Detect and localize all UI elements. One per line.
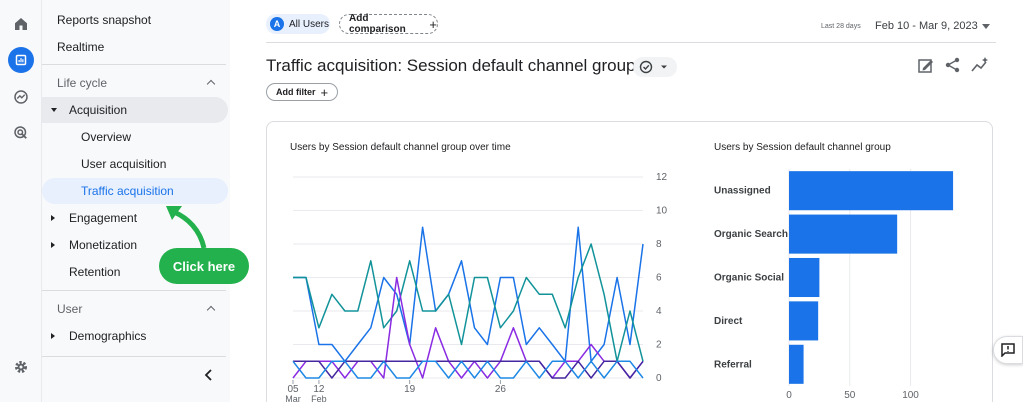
y-tick-label: 8 — [656, 239, 662, 250]
y-tick-label: 2 — [656, 340, 662, 351]
nav-user-acquisition[interactable]: User acquisition — [42, 151, 228, 177]
nav-divider — [42, 64, 226, 65]
x-tick-label: 19 — [404, 384, 416, 395]
avatar: A — [270, 17, 284, 31]
nav-divider — [42, 356, 226, 357]
x-tick-label: 26 — [495, 384, 507, 395]
x-tick-month-label: Feb — [311, 394, 327, 402]
category-label: Unassigned — [714, 186, 771, 197]
insights-icon[interactable] — [971, 56, 989, 74]
nav-user-acquisition-label: User acquisition — [81, 157, 167, 171]
line-series-5[interactable] — [292, 360, 644, 379]
date-range-picker[interactable]: Feb 10 - Mar 9, 2023 — [875, 20, 978, 32]
left-rail — [0, 0, 42, 402]
category-label: Organic Social — [714, 273, 784, 284]
customize-report-icon[interactable] — [917, 56, 935, 74]
home-icon[interactable] — [8, 11, 34, 37]
nav-acquisition[interactable]: Acquisition — [42, 97, 228, 123]
nav-realtime-label: Realtime — [57, 40, 105, 54]
page-title: Traffic acquisition: Session default cha… — [266, 56, 636, 75]
y-tick-label: 6 — [656, 273, 662, 284]
nav-retention-label: Retention — [69, 265, 121, 279]
all-users-chip[interactable]: A All Users — [266, 14, 330, 34]
collapse-nav-icon[interactable] — [202, 368, 216, 382]
nav-demographics[interactable]: Demographics — [42, 323, 228, 349]
nav-acquisition-label: Acquisition — [69, 103, 128, 117]
add-comparison-label: Add comparison — [349, 13, 406, 35]
chart-card: Users by Session default channel group o… — [266, 121, 993, 402]
nav-realtime[interactable]: Realtime — [42, 34, 228, 60]
plus-icon: + — [320, 84, 329, 100]
category-label: Direct — [714, 316, 743, 327]
bar[interactable] — [789, 301, 819, 341]
chevron-up-icon — [206, 79, 216, 89]
bar[interactable] — [789, 171, 954, 211]
nav-reports-snapshot-label: Reports snapshot — [57, 13, 152, 27]
all-users-label: All Users — [289, 18, 330, 30]
nav-reports-snapshot[interactable]: Reports snapshot — [42, 7, 228, 33]
nav-divider — [42, 290, 226, 291]
nav-overview-label: Overview — [81, 130, 132, 144]
x-tick-label: 50 — [844, 390, 856, 401]
bar[interactable] — [789, 257, 820, 298]
click-here-callout: Click here — [159, 248, 249, 284]
add-filter-button[interactable]: Add filter + — [266, 83, 338, 101]
bar-chart: Unassigned Organic Search Organic Social Di… — [714, 169, 954, 401]
nav-user-label: User — [57, 302, 83, 316]
caret-right-icon — [51, 242, 55, 248]
explore-icon[interactable] — [8, 84, 34, 110]
nav-demographics-label: Demographics — [69, 329, 147, 343]
dropdown-caret-icon[interactable] — [982, 24, 990, 29]
share-icon[interactable] — [944, 56, 962, 74]
y-tick-label: 10 — [656, 206, 668, 217]
x-tick-month-label: Mar — [285, 394, 301, 402]
x-tick-label: 100 — [902, 390, 919, 401]
callout-arrow-icon — [166, 206, 207, 249]
x-tick-label: 0 — [786, 390, 792, 401]
chevron-up-icon — [206, 305, 216, 315]
caret-right-icon — [51, 333, 55, 339]
settings-icon[interactable] — [8, 354, 34, 380]
add-filter-label: Add filter — [276, 87, 316, 97]
caret-down-icon — [51, 108, 57, 112]
add-comparison-button[interactable]: Add comparison + — [339, 13, 438, 35]
y-tick-label: 0 — [656, 373, 662, 384]
category-label: Referral — [714, 359, 752, 370]
feedback-button[interactable] — [993, 336, 1023, 364]
nav-life-cycle-label: Life cycle — [57, 76, 108, 90]
nav-section-user[interactable]: User — [42, 296, 228, 322]
reports-icon[interactable] — [8, 47, 34, 73]
line-chart: 121086420 12Feb19 2605Mar — [285, 172, 668, 402]
feedback-icon — [1001, 343, 1015, 357]
bar[interactable] — [789, 214, 898, 254]
nav-section-life-cycle[interactable]: Life cycle — [42, 70, 228, 96]
bar[interactable] — [789, 344, 804, 384]
nav-overview[interactable]: Overview — [42, 124, 228, 150]
header-divider — [266, 42, 996, 43]
line-series-2[interactable] — [293, 243, 644, 363]
plus-icon: + — [429, 16, 437, 32]
y-tick-label: 4 — [656, 306, 662, 317]
advertising-icon[interactable] — [8, 120, 34, 146]
date-range-prefix: Last 28 days — [821, 23, 861, 30]
report-status-dropdown[interactable] — [633, 57, 677, 77]
nav-monetization-label: Monetization — [69, 238, 138, 252]
nav-traffic-acquisition-label: Traffic acquisition — [81, 184, 174, 198]
caret-right-icon — [51, 215, 55, 221]
category-label: Organic Search — [714, 229, 788, 240]
nav-engagement-label: Engagement — [69, 211, 138, 225]
y-tick-label: 12 — [656, 172, 668, 183]
